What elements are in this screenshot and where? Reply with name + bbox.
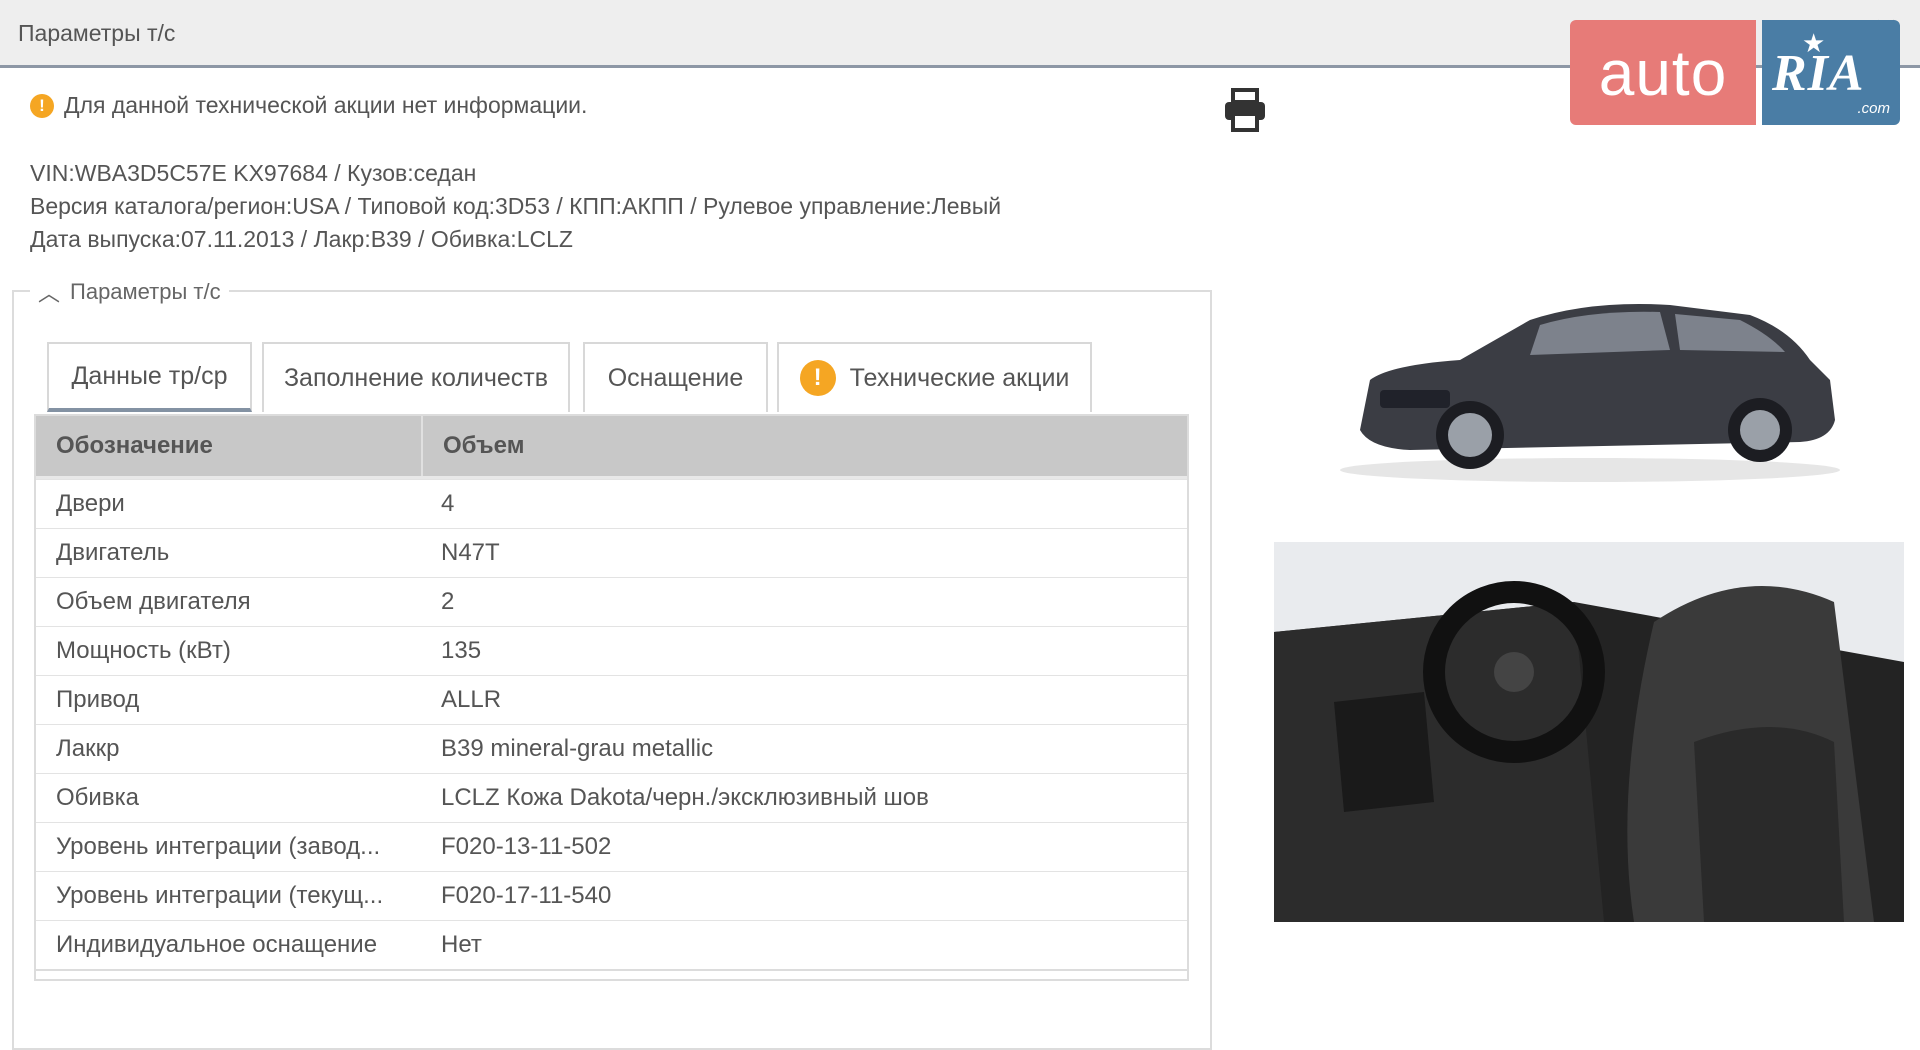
params-table: Обозначение Объем Двери 4 Двигатель N47T… [34,414,1189,981]
warning-icon: ! [799,360,836,396]
table-row[interactable]: Объем двигателя 2 [36,577,1187,626]
notice: ! Для данной технической акции нет инфор… [30,92,587,119]
row-value: F020-13-11-502 [441,833,612,860]
printer-icon[interactable] [1222,88,1268,132]
meta-catalog-line: Версия каталога/регион:USA / Типовой код… [30,193,1002,219]
table-row[interactable]: Привод ALLR [36,675,1187,724]
vehicle-meta: VIN:WBA3D5C57E KX97684 / Кузов:седан Вер… [30,157,1001,256]
warning-icon: ! [30,93,54,118]
row-label: Двери [56,490,125,517]
tab-label: Данные тр/ср [71,361,228,390]
tab-vehicle-data[interactable]: Данные тр/ср [47,342,252,412]
meta-date-line: Дата выпуска:07.11.2013 / Лакр:B39 / Оби… [30,226,573,252]
tab-fill-quantities[interactable]: Заполнение количеств [262,342,570,412]
table-footer [36,969,1187,979]
tab-label: Заполнение количеств [283,363,549,392]
meta-vin-line: VIN:WBA3D5C57E KX97684 / Кузов:седан [30,160,477,186]
table-row[interactable]: Уровень интеграции (завод... F020-13-11-… [36,822,1187,871]
tab-technical-actions[interactable]: ! Технические акции [777,342,1092,412]
table-header: Обозначение Объем [36,416,1187,479]
tab-equipment[interactable]: Оснащение [583,342,768,412]
row-value: ALLR [441,686,502,713]
logo-ria-text: RIA [1772,45,1865,102]
row-value: N47T [441,539,500,566]
column-header-value[interactable]: Объем [421,416,1187,476]
table-row[interactable]: Уровень интеграции (текущ... F020-17-11-… [36,871,1187,920]
row-label: Обивка [56,784,139,811]
autoria-logo-ria: ★ RIA .com [1762,20,1900,125]
row-value: 2 [441,588,455,615]
row-value: 135 [441,637,482,664]
tab-label: Технические акции [849,363,1070,392]
row-label: Уровень интеграции (завод... [56,833,381,860]
section-legend-label: Параметры т/с [70,279,221,304]
column-header-designation[interactable]: Обозначение [36,432,421,460]
autoria-logo-auto: auto [1570,20,1756,125]
row-label: Уровень интеграции (текущ... [56,882,384,909]
row-label: Мощность (кВт) [56,637,231,664]
table-row[interactable]: Индивидуальное оснащение Нет [36,920,1187,969]
row-value: B39 mineral-grau metallic [441,735,714,762]
row-label: Лаккр [56,735,120,762]
car-interior-image [1274,542,1904,922]
row-value: F020-17-11-540 [441,882,612,909]
row-value: Нет [441,931,482,958]
row-label: Двигатель [56,539,170,566]
window-title: Параметры т/с [18,20,176,46]
table-row[interactable]: Лаккр B39 mineral-grau metallic [36,724,1187,773]
logo-com-text: .com [1857,100,1890,117]
car-exterior-image [1330,270,1850,490]
chevron-up-icon[interactable]: ︿ [38,276,60,308]
row-value: LCLZ Кожа Dakota/черн./эксклюзивный шов [441,784,929,811]
table-row[interactable]: Двигатель N47T [36,528,1187,577]
table-row[interactable]: Мощность (кВт) 135 [36,626,1187,675]
notice-text: Для данной технической акции нет информа… [64,92,588,118]
section-legend[interactable]: ︿ Параметры т/с [30,276,229,308]
row-label: Привод [56,686,140,713]
table-row[interactable]: Обивка LCLZ Кожа Dakota/черн./эксклюзивн… [36,773,1187,822]
table-row[interactable]: Двери 4 [36,479,1187,528]
row-label: Индивидуальное оснащение [56,931,378,958]
row-value: 4 [441,490,455,517]
tab-label: Оснащение [607,363,744,392]
row-label: Объем двигателя [56,588,251,615]
